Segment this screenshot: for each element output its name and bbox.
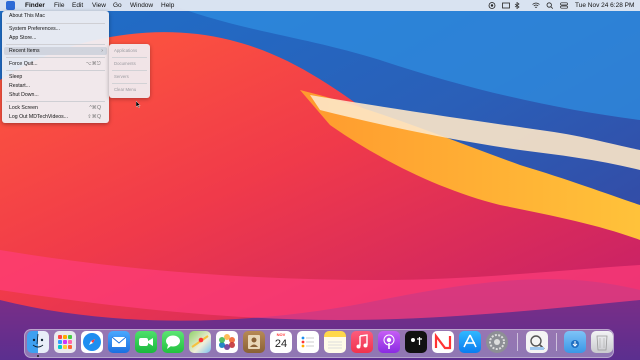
photos-icon[interactable]: [216, 331, 238, 353]
news-icon[interactable]: [432, 331, 454, 353]
menu-finder[interactable]: Finder: [25, 0, 45, 11]
screen-record-icon[interactable]: [488, 2, 496, 9]
menu-item-app-store[interactable]: App Store...: [9, 34, 105, 42]
menu-separator: [112, 83, 147, 84]
menu-window[interactable]: Window: [130, 0, 153, 11]
mail-icon[interactable]: [108, 331, 130, 353]
mouse-cursor-icon: [136, 101, 141, 108]
menu-file[interactable]: File: [54, 0, 64, 11]
reminders-icon[interactable]: [297, 331, 319, 353]
recent-items-submenu: Applications Documents Servers Clear Men…: [109, 44, 150, 98]
apple-tv-icon[interactable]: [405, 331, 427, 353]
log-out-shortcut: ⇧⌘Q: [87, 114, 101, 120]
music-icon[interactable]: [351, 331, 373, 353]
menu-item-system-preferences[interactable]: System Preferences...: [9, 25, 105, 33]
control-center-icon[interactable]: [560, 2, 568, 9]
menu-help[interactable]: Help: [161, 0, 174, 11]
menu-item-restart[interactable]: Restart...: [9, 82, 105, 90]
finder-icon[interactable]: [27, 331, 49, 353]
menu-go[interactable]: Go: [113, 0, 122, 11]
running-indicator: [37, 355, 39, 357]
menu-item-lock-screen[interactable]: Lock Screen ^⌘Q: [9, 104, 105, 112]
menu-item-force-quit[interactable]: Force Quit... ⌥⌘⎋: [9, 60, 105, 68]
podcasts-icon[interactable]: [378, 331, 400, 353]
calendar-day: 24: [274, 338, 288, 350]
menu-edit[interactable]: Edit: [72, 0, 83, 11]
app-store-icon[interactable]: [459, 331, 481, 353]
menu-separator: [112, 70, 147, 71]
dock-separator: [556, 333, 557, 351]
menu-item-log-out[interactable]: Log Out MDTechVideos... ⇧⌘Q: [9, 113, 105, 121]
search-icon[interactable]: [546, 2, 554, 9]
messages-icon[interactable]: [162, 331, 184, 353]
menu-bar: Finder File Edit View Go Window Help Tue…: [0, 0, 640, 11]
trash-icon[interactable]: [591, 331, 613, 353]
menu-item-shut-down[interactable]: Shut Down...: [9, 91, 105, 99]
menu-separator: [6, 70, 105, 71]
submenu-documents: Documents: [114, 61, 136, 66]
launchpad-icon[interactable]: [54, 331, 76, 353]
wifi-icon[interactable]: [532, 2, 540, 9]
menu-separator: [6, 44, 105, 45]
menu-view[interactable]: View: [92, 0, 106, 11]
system-preferences-icon[interactable]: [486, 331, 508, 353]
menu-separator: [112, 57, 147, 58]
menu-clock[interactable]: Tue Nov 24 6:28 PM: [575, 0, 634, 11]
menu-item-sleep[interactable]: Sleep: [9, 73, 105, 81]
apple-menu-icon[interactable]: [6, 1, 15, 10]
preview-icon[interactable]: [526, 331, 548, 353]
force-quit-shortcut: ⌥⌘⎋: [85, 61, 101, 67]
apple-menu: About This Mac System Preferences... App…: [2, 11, 109, 123]
menu-item-about[interactable]: About This Mac: [9, 12, 105, 20]
submenu-applications: Applications: [114, 48, 138, 53]
contacts-icon[interactable]: [243, 331, 265, 353]
menu-separator: [6, 57, 105, 58]
downloads-folder-icon[interactable]: [564, 331, 586, 353]
menu-extra-icon[interactable]: [502, 2, 510, 9]
facetime-icon[interactable]: [135, 331, 157, 353]
menu-item-recent-items[interactable]: Recent Items ›: [4, 47, 107, 55]
maps-icon[interactable]: [189, 331, 211, 353]
submenu-servers: Servers: [114, 74, 129, 79]
safari-icon[interactable]: [81, 331, 103, 353]
calendar-icon[interactable]: NOV 24: [270, 331, 292, 353]
chevron-right-icon: ›: [101, 48, 103, 54]
bluetooth-icon[interactable]: [513, 2, 521, 9]
dock-separator: [517, 333, 518, 351]
submenu-clear-menu: Clear Menu: [114, 87, 137, 92]
menu-separator: [6, 23, 105, 24]
lock-screen-shortcut: ^⌘Q: [89, 105, 101, 111]
menu-separator: [6, 101, 105, 102]
notes-icon[interactable]: [324, 331, 346, 353]
